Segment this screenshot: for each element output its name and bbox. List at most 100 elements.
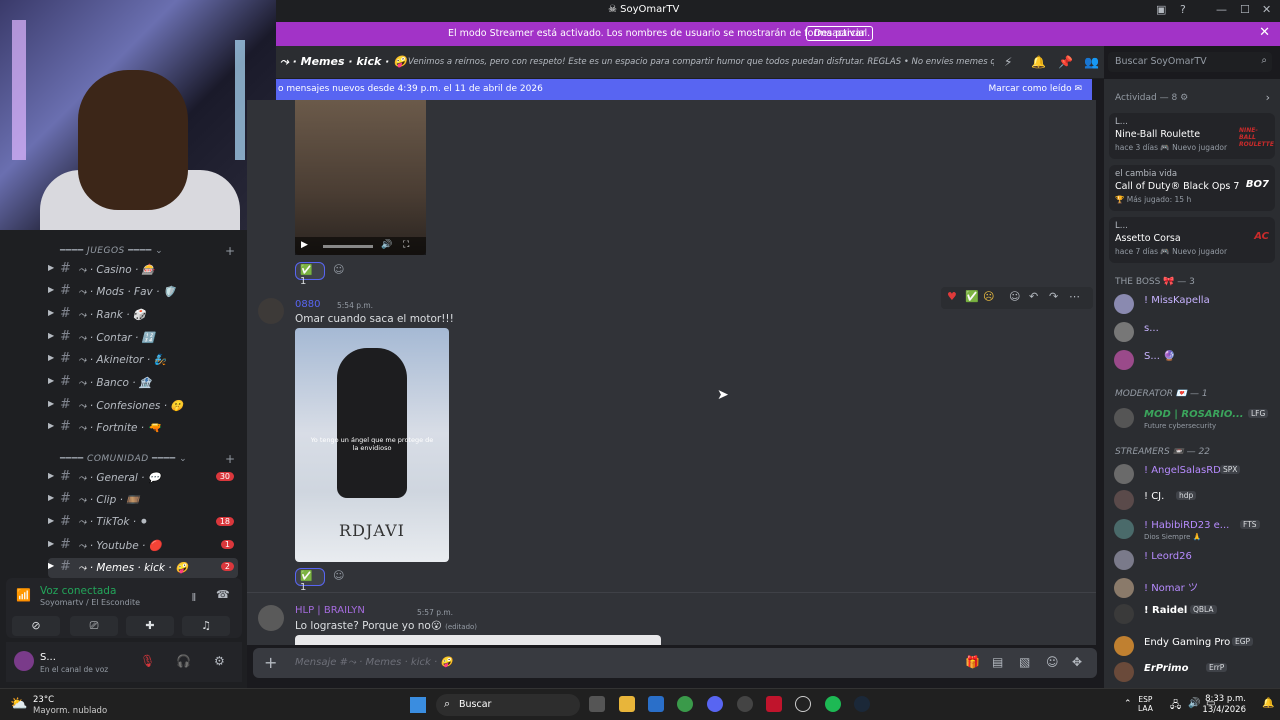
store-icon[interactable] — [648, 696, 664, 712]
taskbar-search[interactable]: ⌕ Buscar — [436, 694, 580, 716]
volume-icon[interactable]: 🔊 — [1188, 698, 1200, 709]
member-item[interactable]: ! Nomar ツ — [1112, 575, 1276, 601]
mic-muted-icon[interactable]: 🎙 — [140, 654, 155, 668]
app-icon[interactable] — [795, 696, 811, 712]
search-box[interactable]: Buscar SoyOmarTV ⌕ — [1108, 52, 1272, 72]
camera-off-button[interactable]: ⊘ — [12, 616, 60, 636]
activity-header[interactable]: Actividad — 8 ⚙ — [1115, 93, 1188, 103]
reaction-check[interactable]: ✅ 1 — [295, 568, 325, 593]
noise-suppression-icon[interactable]: 𝍪 — [192, 589, 196, 608]
channel-memes-kick[interactable]: ▶ # ⤳ · Memes · kick · 🤪 2 — [48, 558, 238, 578]
close-icon[interactable]: ✕ — [1259, 25, 1270, 40]
member-item[interactable]: ! CJ. hdp — [1112, 487, 1276, 513]
spotify-icon[interactable] — [825, 696, 841, 712]
gif-icon[interactable]: ▤ — [992, 655, 1003, 669]
channel-clip[interactable]: ▶ # ⤳ · Clip · 🎞️ — [48, 490, 238, 510]
task-view-icon[interactable] — [589, 696, 605, 712]
avatar[interactable] — [14, 651, 34, 671]
message-author[interactable]: 0880 — [295, 299, 320, 310]
member-item[interactable]: ! MissKapella — [1112, 291, 1276, 317]
network-icon[interactable]: 🖧 — [1170, 698, 1181, 715]
category-juegos[interactable]: ━━━━ JUEGOS ━━━━ ⌄ + — [60, 244, 235, 258]
activity-card[interactable]: L... Assetto Corsa hace 7 días 🎮 Nuevo j… — [1109, 217, 1275, 263]
weather-icon[interactable]: ⛅ — [10, 696, 27, 712]
add-reaction-icon[interactable]: ☺ — [333, 263, 344, 276]
disable-streamer-mode-button[interactable]: Desactivar — [806, 26, 873, 41]
channel-contar[interactable]: ▶ # ⤳ · Contar · 🔢 — [48, 328, 238, 348]
apps-icon[interactable]: ✥ — [1072, 655, 1082, 669]
member-item[interactable]: Endy Gaming Pro EGP — [1112, 633, 1276, 659]
avatar[interactable] — [258, 298, 284, 324]
mark-as-read-button[interactable]: Marcar como leído ✉ — [988, 84, 1082, 94]
chevron-right-icon[interactable]: › — [1266, 91, 1270, 104]
member-item[interactable]: ! HabibiRD23 e... FTS Dios Siempre 🙏 — [1112, 516, 1276, 542]
notification-bell-icon[interactable]: 🔔 — [1031, 55, 1046, 69]
threads-icon[interactable]: ⚡ — [1004, 55, 1012, 69]
windows-start-icon[interactable] — [410, 697, 426, 713]
channel-rank[interactable]: ▶ # ⤳ · Rank · 🎲 — [48, 305, 238, 325]
channel-casino[interactable]: ▶ # ⤳ · Casino · 🎰 — [48, 260, 238, 280]
weather-desc[interactable]: Mayorm. nublado — [33, 706, 107, 716]
disconnect-icon[interactable]: ☎ — [216, 588, 230, 601]
add-attachment-icon[interactable]: + — [264, 653, 277, 672]
category-comunidad[interactable]: ━━━━ COMUNIDAD ━━━━ ⌄ + — [60, 452, 235, 466]
member-item[interactable]: s... — [1112, 319, 1276, 345]
member-item[interactable]: ! Raidel QBLA — [1112, 601, 1276, 627]
member-list-icon[interactable]: 👥 — [1084, 55, 1099, 69]
channel-topic[interactable]: Venimos a reírnos, pero con respeto! Est… — [408, 57, 994, 67]
add-reaction-icon[interactable]: ☺ — [333, 569, 344, 582]
minimize-button[interactable]: — — [1216, 3, 1227, 16]
add-channel-icon[interactable]: + — [225, 244, 236, 258]
channel-mods-fav[interactable]: ▶ # ⤳ · Mods · Fav · 🛡️ — [48, 282, 238, 302]
member-item[interactable]: ErPrimo ErrP — [1112, 659, 1276, 685]
play-icon[interactable]: ▶ — [301, 240, 308, 250]
headphones-muted-icon[interactable]: 🎧 — [176, 654, 191, 668]
screen-share-button[interactable]: ⎚ — [70, 616, 118, 636]
member-item[interactable]: S... 🔮 — [1112, 347, 1276, 373]
inbox-icon[interactable]: ▣ — [1156, 3, 1166, 16]
tray-overflow-icon[interactable]: ⌃ — [1124, 699, 1132, 709]
language-indicator[interactable]: ESP LAA — [1138, 695, 1153, 713]
channel-akineitor[interactable]: ▶ # ⤳ · Akineitor · 🧞 — [48, 350, 238, 370]
chrome-icon[interactable] — [677, 696, 693, 712]
reply-icon[interactable]: ↶ — [1029, 290, 1038, 303]
video-progress-bar[interactable] — [323, 245, 373, 248]
avatar[interactable] — [258, 605, 284, 631]
adobe-icon[interactable] — [766, 696, 782, 712]
heart-reaction-icon[interactable]: ♥ — [947, 290, 957, 303]
channel-tiktok[interactable]: ▶ # ⤳ · TikTok · ⚫ 18 — [48, 513, 238, 533]
settings-gear-icon[interactable]: ⚙ — [214, 654, 225, 668]
close-window-button[interactable]: ✕ — [1262, 3, 1271, 16]
image-attachment[interactable] — [295, 635, 661, 645]
channel-banco[interactable]: ▶ # ⤳ · Banco · 🏦 — [48, 373, 238, 393]
fullscreen-icon[interactable]: ⛶ — [403, 240, 409, 250]
sticker-icon[interactable]: ▧ — [1019, 655, 1030, 669]
reaction-check[interactable]: ✅ 1 — [295, 262, 325, 287]
channel-general[interactable]: ▶ # ⤳ · General · 💬 30 — [48, 468, 238, 488]
steam-icon[interactable] — [854, 696, 870, 712]
clock[interactable]: 8:33 p.m. 13/4/2026 — [1202, 694, 1246, 716]
member-item[interactable]: MOD | ROSARIO... LFG Future cybersecurity — [1112, 405, 1276, 431]
message-composer[interactable]: + Mensaje #⤳ · Memes · kick · 🤪 🎁 ▤ ▧ ☺ … — [253, 648, 1097, 678]
member-item[interactable]: ! Leord26 — [1112, 547, 1276, 573]
maximize-button[interactable]: ☐ — [1240, 3, 1250, 16]
obs-icon[interactable] — [737, 696, 753, 712]
gift-icon[interactable]: 🎁 — [965, 655, 980, 669]
soundboard-button[interactable]: ♫ — [182, 616, 230, 636]
pin-icon[interactable]: 📌 — [1058, 55, 1073, 69]
video-attachment[interactable]: ▶ 🔊 ⛶ — [295, 100, 426, 255]
image-attachment[interactable]: Yo tengo un ángel que me protege de la e… — [295, 328, 449, 562]
member-item[interactable]: ! AngelSalasRD SPX — [1112, 461, 1276, 487]
new-messages-bar[interactable]: o mensajes nuevos desde 4:39 p.m. el 11 … — [276, 79, 1092, 100]
channel-youtube[interactable]: ▶ # ⤳ · Youtube · 🔴 1 — [48, 536, 238, 556]
notification-bell-icon[interactable]: 🔔 — [1262, 698, 1274, 709]
activity-card[interactable]: L... Nine-Ball Roulette hace 3 días 🎮 Nu… — [1109, 113, 1275, 159]
activities-button[interactable]: ✚ — [126, 616, 174, 636]
message-author[interactable]: HLP | BRAILYN — [295, 605, 365, 616]
forward-icon[interactable]: ↷ — [1049, 290, 1058, 303]
voice-location[interactable]: Soyomartv / El Escondite — [40, 598, 140, 607]
channel-fortnite[interactable]: ▶ # ⤳ · Fortnite · 🔫 — [48, 418, 238, 438]
channel-confesiones[interactable]: ▶ # ⤳ · Confesiones · 🤫 — [48, 396, 238, 416]
add-reaction-icon[interactable]: ☺ — [1009, 290, 1020, 303]
help-icon[interactable]: ? — [1180, 3, 1186, 16]
